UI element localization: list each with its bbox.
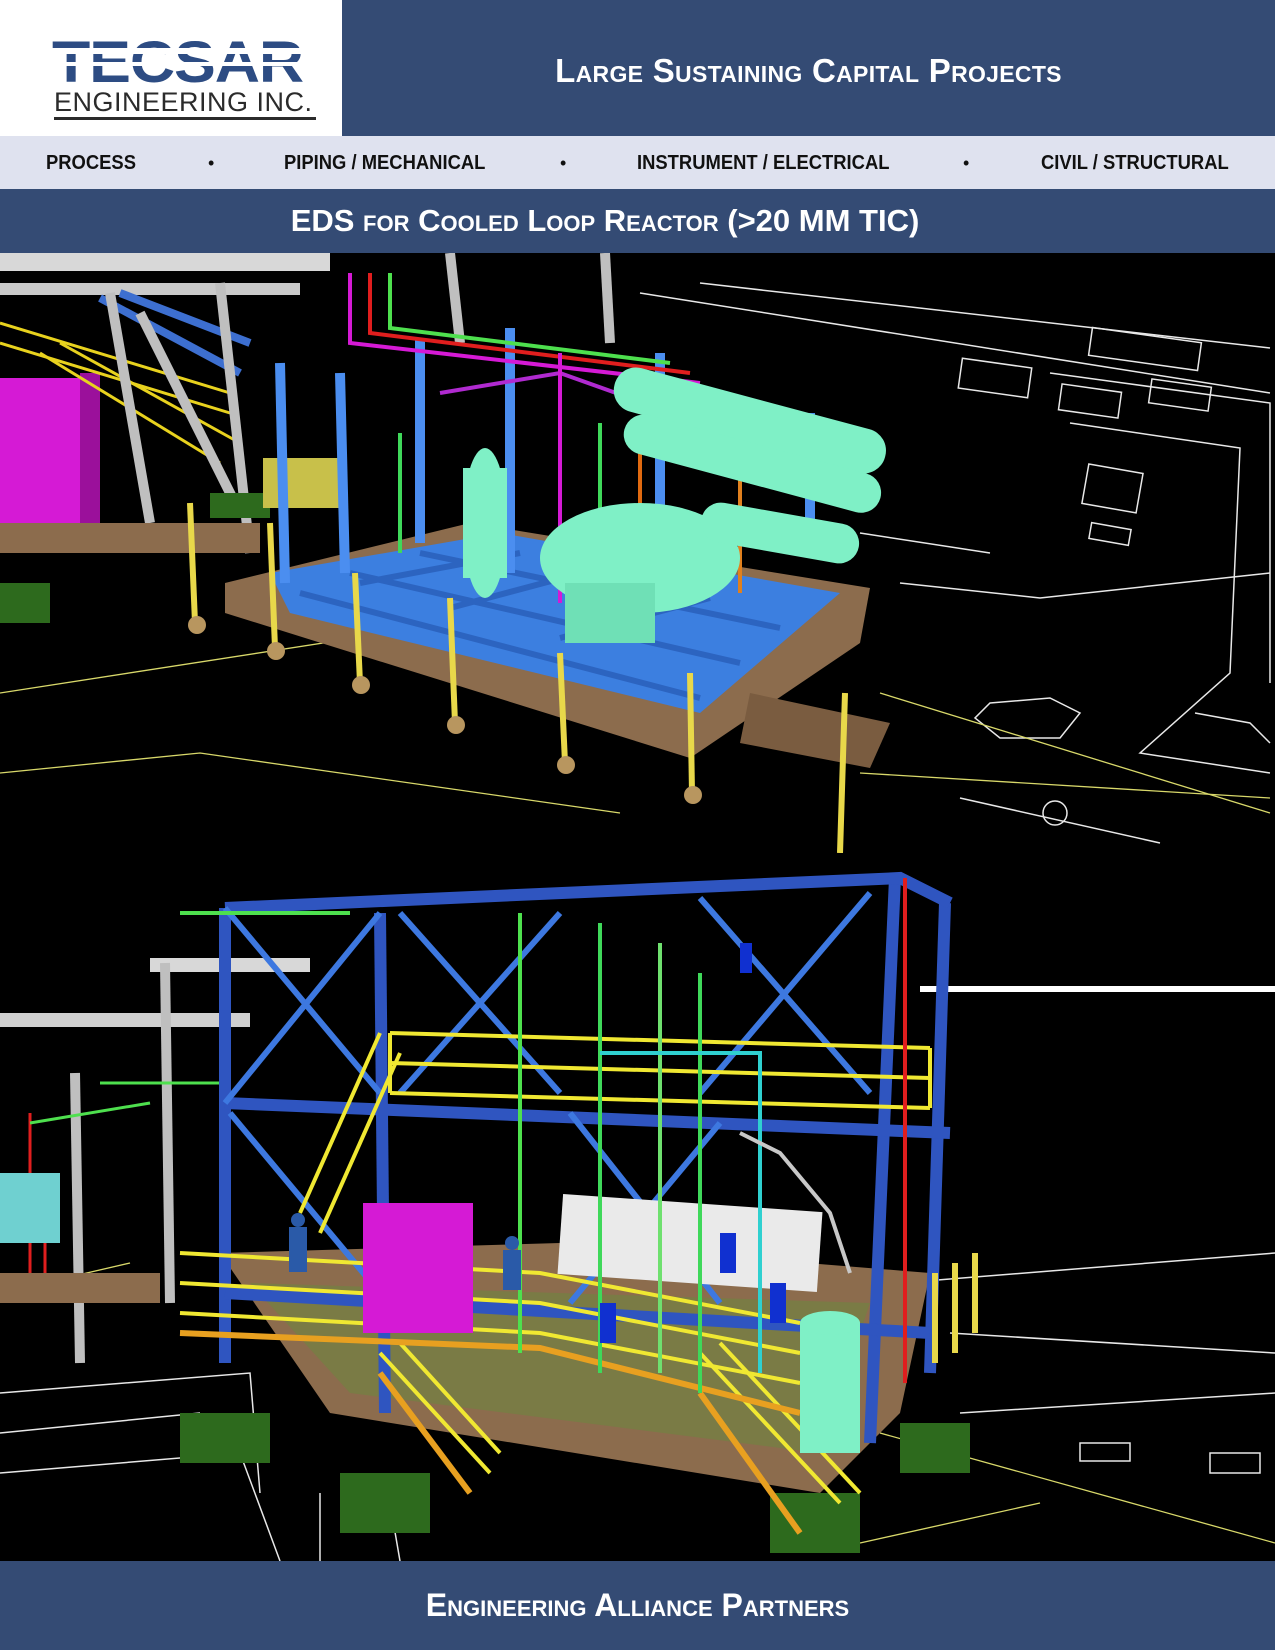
logo-subtext: ENGINEERING INC. bbox=[54, 87, 313, 117]
footer-band: Engineering Alliance Partners bbox=[0, 1561, 1275, 1650]
discipline-process: PROCESS bbox=[46, 152, 136, 174]
company-logo: TECSAR ENGINEERING INC. bbox=[0, 0, 342, 136]
logo-stripe bbox=[52, 48, 320, 54]
discipline-civil-structural: CIVIL / STRUCTURAL bbox=[1041, 152, 1229, 174]
header-band: TECSAR ENGINEERING INC. Large Sustaining… bbox=[0, 0, 1275, 136]
logo-underline bbox=[54, 117, 316, 120]
logo-stripe bbox=[52, 62, 320, 66]
discipline-instrument-electrical: INSTRUMENT / ELECTRICAL bbox=[637, 152, 890, 174]
structure-render bbox=[0, 853, 1275, 1561]
bullet-separator: • bbox=[963, 153, 970, 173]
discipline-piping-mechanical: PIPING / MECHANICAL bbox=[284, 152, 486, 174]
footer-title: Engineering Alliance Partners bbox=[425, 1587, 850, 1623]
bullet-separator: • bbox=[208, 153, 215, 173]
page-title: Large Sustaining Capital Projects bbox=[555, 52, 1062, 89]
disciplines-bar: PROCESS • PIPING / MECHANICAL • INSTRUME… bbox=[0, 136, 1275, 189]
brochure-page: TECSAR ENGINEERING INC. Large Sustaining… bbox=[0, 0, 1275, 1650]
project-subtitle: EDS for Cooled Loop Reactor (>20 MM TIC) bbox=[290, 203, 920, 238]
reactor-skid-render bbox=[0, 253, 1275, 853]
project-subtitle-band: EDS for Cooled Loop Reactor (>20 MM TIC) bbox=[0, 189, 1275, 253]
bullet-separator: • bbox=[560, 153, 567, 173]
